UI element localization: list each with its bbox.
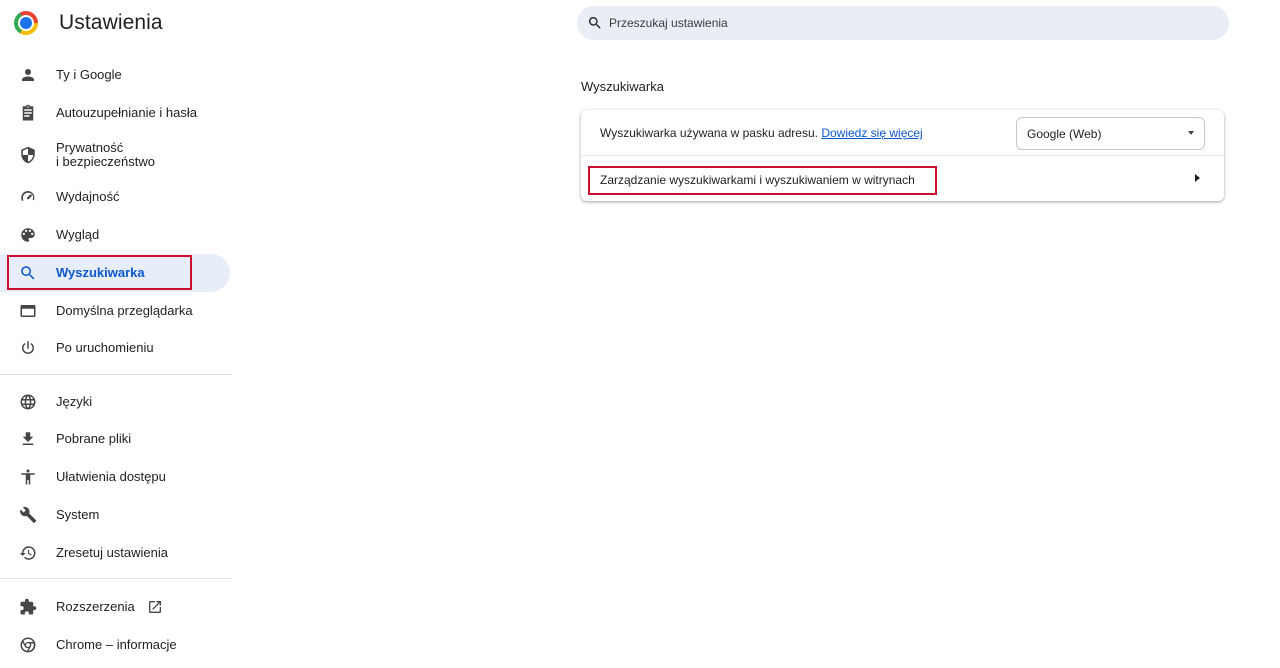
sidebar-item-label: Pobrane pliki [56, 431, 132, 446]
sidebar-item-search-engine[interactable]: Wyszukiwarka [0, 254, 230, 292]
shield-icon [18, 145, 38, 165]
search-engine-select[interactable]: Google (Web) [1016, 117, 1205, 150]
manage-search-engines-row[interactable]: Zarządzanie wyszukiwarkami i wyszukiwani… [581, 157, 1224, 201]
search-icon [18, 263, 38, 283]
history-reset-icon [18, 543, 38, 563]
globe-icon [18, 392, 38, 412]
sidebar-item-label: Ułatwienia dostępu [56, 469, 166, 484]
sidebar-item-label: Wygląd [56, 227, 100, 242]
sidebar-item-downloads[interactable]: Pobrane pliki [0, 420, 230, 458]
sidebar-item-label: System [56, 507, 100, 522]
manage-search-engines-label: Zarządzanie wyszukiwarkami i wyszukiwani… [600, 173, 915, 187]
search-engine-row: Wyszukiwarka używana w pasku adresu. Dow… [581, 110, 1224, 156]
puzzle-icon [18, 597, 38, 617]
search-bar[interactable] [577, 6, 1229, 40]
sidebar-item-autofill[interactable]: Autouzupełnianie i hasła [0, 94, 230, 132]
search-engine-card: Wyszukiwarka używana w pasku adresu. Dow… [581, 110, 1224, 201]
learn-more-link[interactable]: Dowiedz się więcej [821, 126, 922, 140]
sidebar-item-label: Autouzupełnianie i hasła [56, 105, 197, 120]
sidebar-item-you-and-google[interactable]: Ty i Google [0, 56, 230, 94]
browser-window-icon [18, 301, 38, 321]
sidebar-divider [0, 578, 232, 579]
section-title: Wyszukiwarka [581, 79, 664, 94]
accessibility-icon [18, 467, 38, 487]
sidebar-item-reset[interactable]: Zresetuj ustawienia [0, 534, 230, 572]
search-engine-description: Wyszukiwarka używana w pasku adresu. Dow… [600, 126, 923, 140]
sidebar-item-label: Rozszerzenia [56, 599, 135, 614]
chrome-icon [18, 635, 38, 655]
sidebar-item-label: Wydajność [56, 189, 120, 204]
sidebar-item-on-startup[interactable]: Po uruchomieniu [0, 329, 230, 367]
sidebar-item-label: Wyszukiwarka [56, 265, 145, 280]
search-engine-description-text: Wyszukiwarka używana w pasku adresu. [600, 126, 818, 140]
person-icon [18, 65, 38, 85]
chevron-right-icon [1195, 174, 1200, 182]
sidebar-item-privacy[interactable]: Prywatność i bezpieczeństwo [0, 136, 230, 174]
search-engine-select-value: Google (Web) [1027, 126, 1102, 141]
download-icon [18, 429, 38, 449]
sidebar-item-label: Prywatność i bezpieczeństwo [56, 140, 155, 169]
sidebar-item-label: Chrome – informacje [56, 637, 177, 652]
sidebar-item-label: Języki [56, 394, 93, 409]
wrench-icon [18, 505, 38, 525]
chrome-logo-icon [14, 11, 38, 35]
sidebar-item-label: Zresetuj ustawienia [56, 545, 168, 560]
sidebar-item-about-chrome[interactable]: Chrome – informacje [0, 626, 230, 664]
palette-icon [18, 225, 38, 245]
search-icon [588, 17, 601, 29]
dropdown-caret-icon [1188, 131, 1194, 135]
external-link-icon [147, 599, 163, 615]
sidebar-item-appearance[interactable]: Wygląd [0, 216, 230, 254]
sidebar-item-label: Po uruchomieniu [56, 340, 154, 355]
sidebar-item-label: Ty i Google [56, 67, 122, 82]
sidebar-item-label: Domyślna przeglądarka [56, 303, 193, 318]
page-title: Ustawienia [59, 11, 163, 34]
sidebar-divider [0, 374, 232, 375]
sidebar-item-extensions[interactable]: Rozszerzenia [0, 588, 230, 626]
sidebar-item-languages[interactable]: Języki [0, 383, 230, 421]
sidebar-item-system[interactable]: System [0, 496, 230, 534]
clipboard-icon [18, 103, 38, 123]
settings-page: Ustawienia Ty i Google Autouzupełnianie … [0, 0, 1280, 668]
search-input[interactable] [609, 16, 1209, 30]
sidebar-item-performance[interactable]: Wydajność [0, 178, 230, 216]
sidebar-item-accessibility[interactable]: Ułatwienia dostępu [0, 458, 230, 496]
sidebar-item-default-browser[interactable]: Domyślna przeglądarka [0, 292, 230, 330]
power-icon [18, 338, 38, 358]
speedometer-icon [18, 187, 38, 207]
